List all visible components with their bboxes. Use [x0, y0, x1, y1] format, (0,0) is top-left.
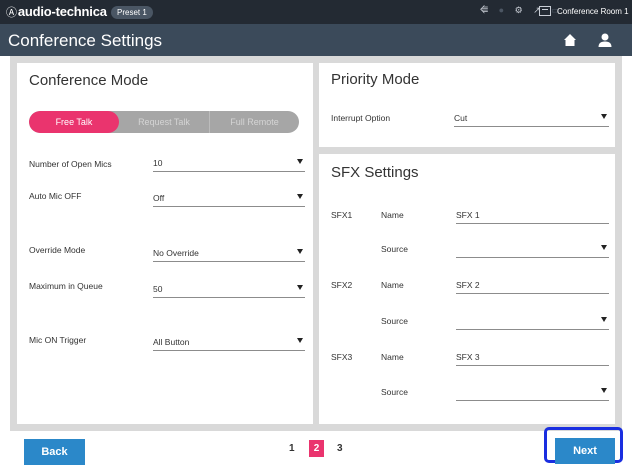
- auto-mic-off-label: Auto Mic OFF: [29, 191, 82, 201]
- mode-request-talk-button[interactable]: Request Talk: [119, 111, 209, 133]
- sfx2-name-input[interactable]: SFX 2: [456, 276, 609, 294]
- conference-mode-title: Conference Mode: [29, 72, 149, 89]
- conference-mode-panel: Conference Mode Free Talk Request Talk F…: [17, 63, 313, 424]
- sfx1-label: SFX1: [331, 210, 353, 220]
- sfx1-name-value: SFX 1: [456, 210, 480, 220]
- brand-name: audio-technica: [17, 4, 107, 19]
- max-queue-label: Maximum in Queue: [29, 281, 103, 291]
- sfx1-name-label: Name: [381, 210, 404, 220]
- usb-icon: ⭅: [480, 5, 489, 15]
- status-icons: ⭅ ● ⚙ ↗ ▭: [480, 5, 568, 16]
- sfx2-label: SFX2: [331, 280, 353, 290]
- mic-on-trigger-label: Mic ON Trigger: [29, 335, 87, 345]
- sfx3-name-label: Name: [381, 352, 404, 362]
- open-mics-value: 10: [153, 158, 163, 168]
- brand-mark-icon: Ⓐ: [6, 7, 17, 19]
- sfx1-source-label: Source: [381, 244, 408, 254]
- max-queue-select[interactable]: 50: [153, 280, 305, 298]
- sfx3-name-value: SFX 3: [456, 352, 480, 362]
- sfx3-label: SFX3: [331, 352, 353, 362]
- sfx-settings-panel: SFX Settings SFX1 Name SFX 1 Source SFX2…: [319, 154, 615, 424]
- dropdown-arrow-icon: [297, 159, 303, 164]
- auto-mic-off-value: Off: [153, 193, 165, 203]
- dropdown-arrow-icon: [297, 249, 303, 254]
- mic-on-trigger-select[interactable]: All Button: [153, 333, 305, 351]
- open-mics-label: Number of Open Mics: [29, 159, 112, 169]
- override-mode-select[interactable]: No Override: [153, 244, 305, 262]
- page-title: Conference Settings: [8, 31, 163, 50]
- dot-icon: ●: [498, 5, 505, 15]
- dropdown-arrow-icon: [601, 114, 607, 119]
- page-2-current[interactable]: 2: [309, 440, 324, 457]
- mode-full-remote-button[interactable]: Full Remote: [209, 111, 299, 133]
- sfx2-source-select[interactable]: [456, 312, 609, 330]
- back-button[interactable]: Back: [24, 439, 85, 465]
- max-queue-value: 50: [153, 284, 163, 294]
- auto-mic-off-select[interactable]: Off: [153, 189, 305, 207]
- room-icon: [539, 6, 551, 16]
- interrupt-option-select[interactable]: Cut: [454, 109, 609, 127]
- status-bar: Ⓐaudio-technica Preset 1 ⭅ ● ⚙ ↗ ▭ Confe…: [0, 0, 632, 24]
- sfx1-source-select[interactable]: [456, 240, 609, 258]
- override-mode-value: No Override: [153, 248, 199, 258]
- open-mics-select[interactable]: 10: [153, 154, 305, 172]
- user-icon[interactable]: [597, 32, 613, 48]
- gear-icon: ⚙: [514, 5, 523, 15]
- sfx3-source-select[interactable]: [456, 383, 609, 401]
- override-mode-label: Override Mode: [29, 245, 86, 255]
- home-icon[interactable]: [563, 33, 577, 47]
- content-area: Conference Mode Free Talk Request Talk F…: [10, 56, 622, 431]
- mic-on-trigger-value: All Button: [153, 337, 190, 347]
- interrupt-option-label: Interrupt Option: [331, 113, 391, 123]
- interrupt-option-value: Cut: [454, 113, 468, 123]
- sfx2-name-label: Name: [381, 280, 404, 290]
- sfx3-name-input[interactable]: SFX 3: [456, 348, 609, 366]
- dropdown-arrow-icon: [297, 194, 303, 199]
- sfx2-name-value: SFX 2: [456, 280, 480, 290]
- next-button[interactable]: Next: [555, 438, 615, 464]
- sfx1-name-input[interactable]: SFX 1: [456, 206, 609, 224]
- title-bar: Conference Settings: [0, 24, 632, 56]
- sfx2-source-label: Source: [381, 316, 408, 326]
- dropdown-arrow-icon: [601, 317, 607, 322]
- dropdown-arrow-icon: [297, 338, 303, 343]
- page-3-link[interactable]: 3: [337, 443, 343, 454]
- sfx3-source-label: Source: [381, 387, 408, 397]
- footer-bar: Back 1 2 3 Next: [0, 427, 632, 465]
- mode-free-talk-button[interactable]: Free Talk: [29, 111, 119, 133]
- sfx-settings-title: SFX Settings: [331, 164, 419, 181]
- conference-mode-selector: Free Talk Request Talk Full Remote: [29, 111, 299, 133]
- page-1-link[interactable]: 1: [289, 443, 295, 454]
- preset-badge[interactable]: Preset 1: [111, 6, 153, 19]
- room-name: Conference Room 1: [557, 7, 629, 16]
- dropdown-arrow-icon: [297, 285, 303, 290]
- dropdown-arrow-icon: [601, 388, 607, 393]
- priority-mode-title: Priority Mode: [331, 71, 420, 88]
- brand-logo: Ⓐaudio-technica: [6, 4, 107, 20]
- priority-mode-panel: Priority Mode Interrupt Option Cut: [319, 63, 615, 147]
- dropdown-arrow-icon: [601, 245, 607, 250]
